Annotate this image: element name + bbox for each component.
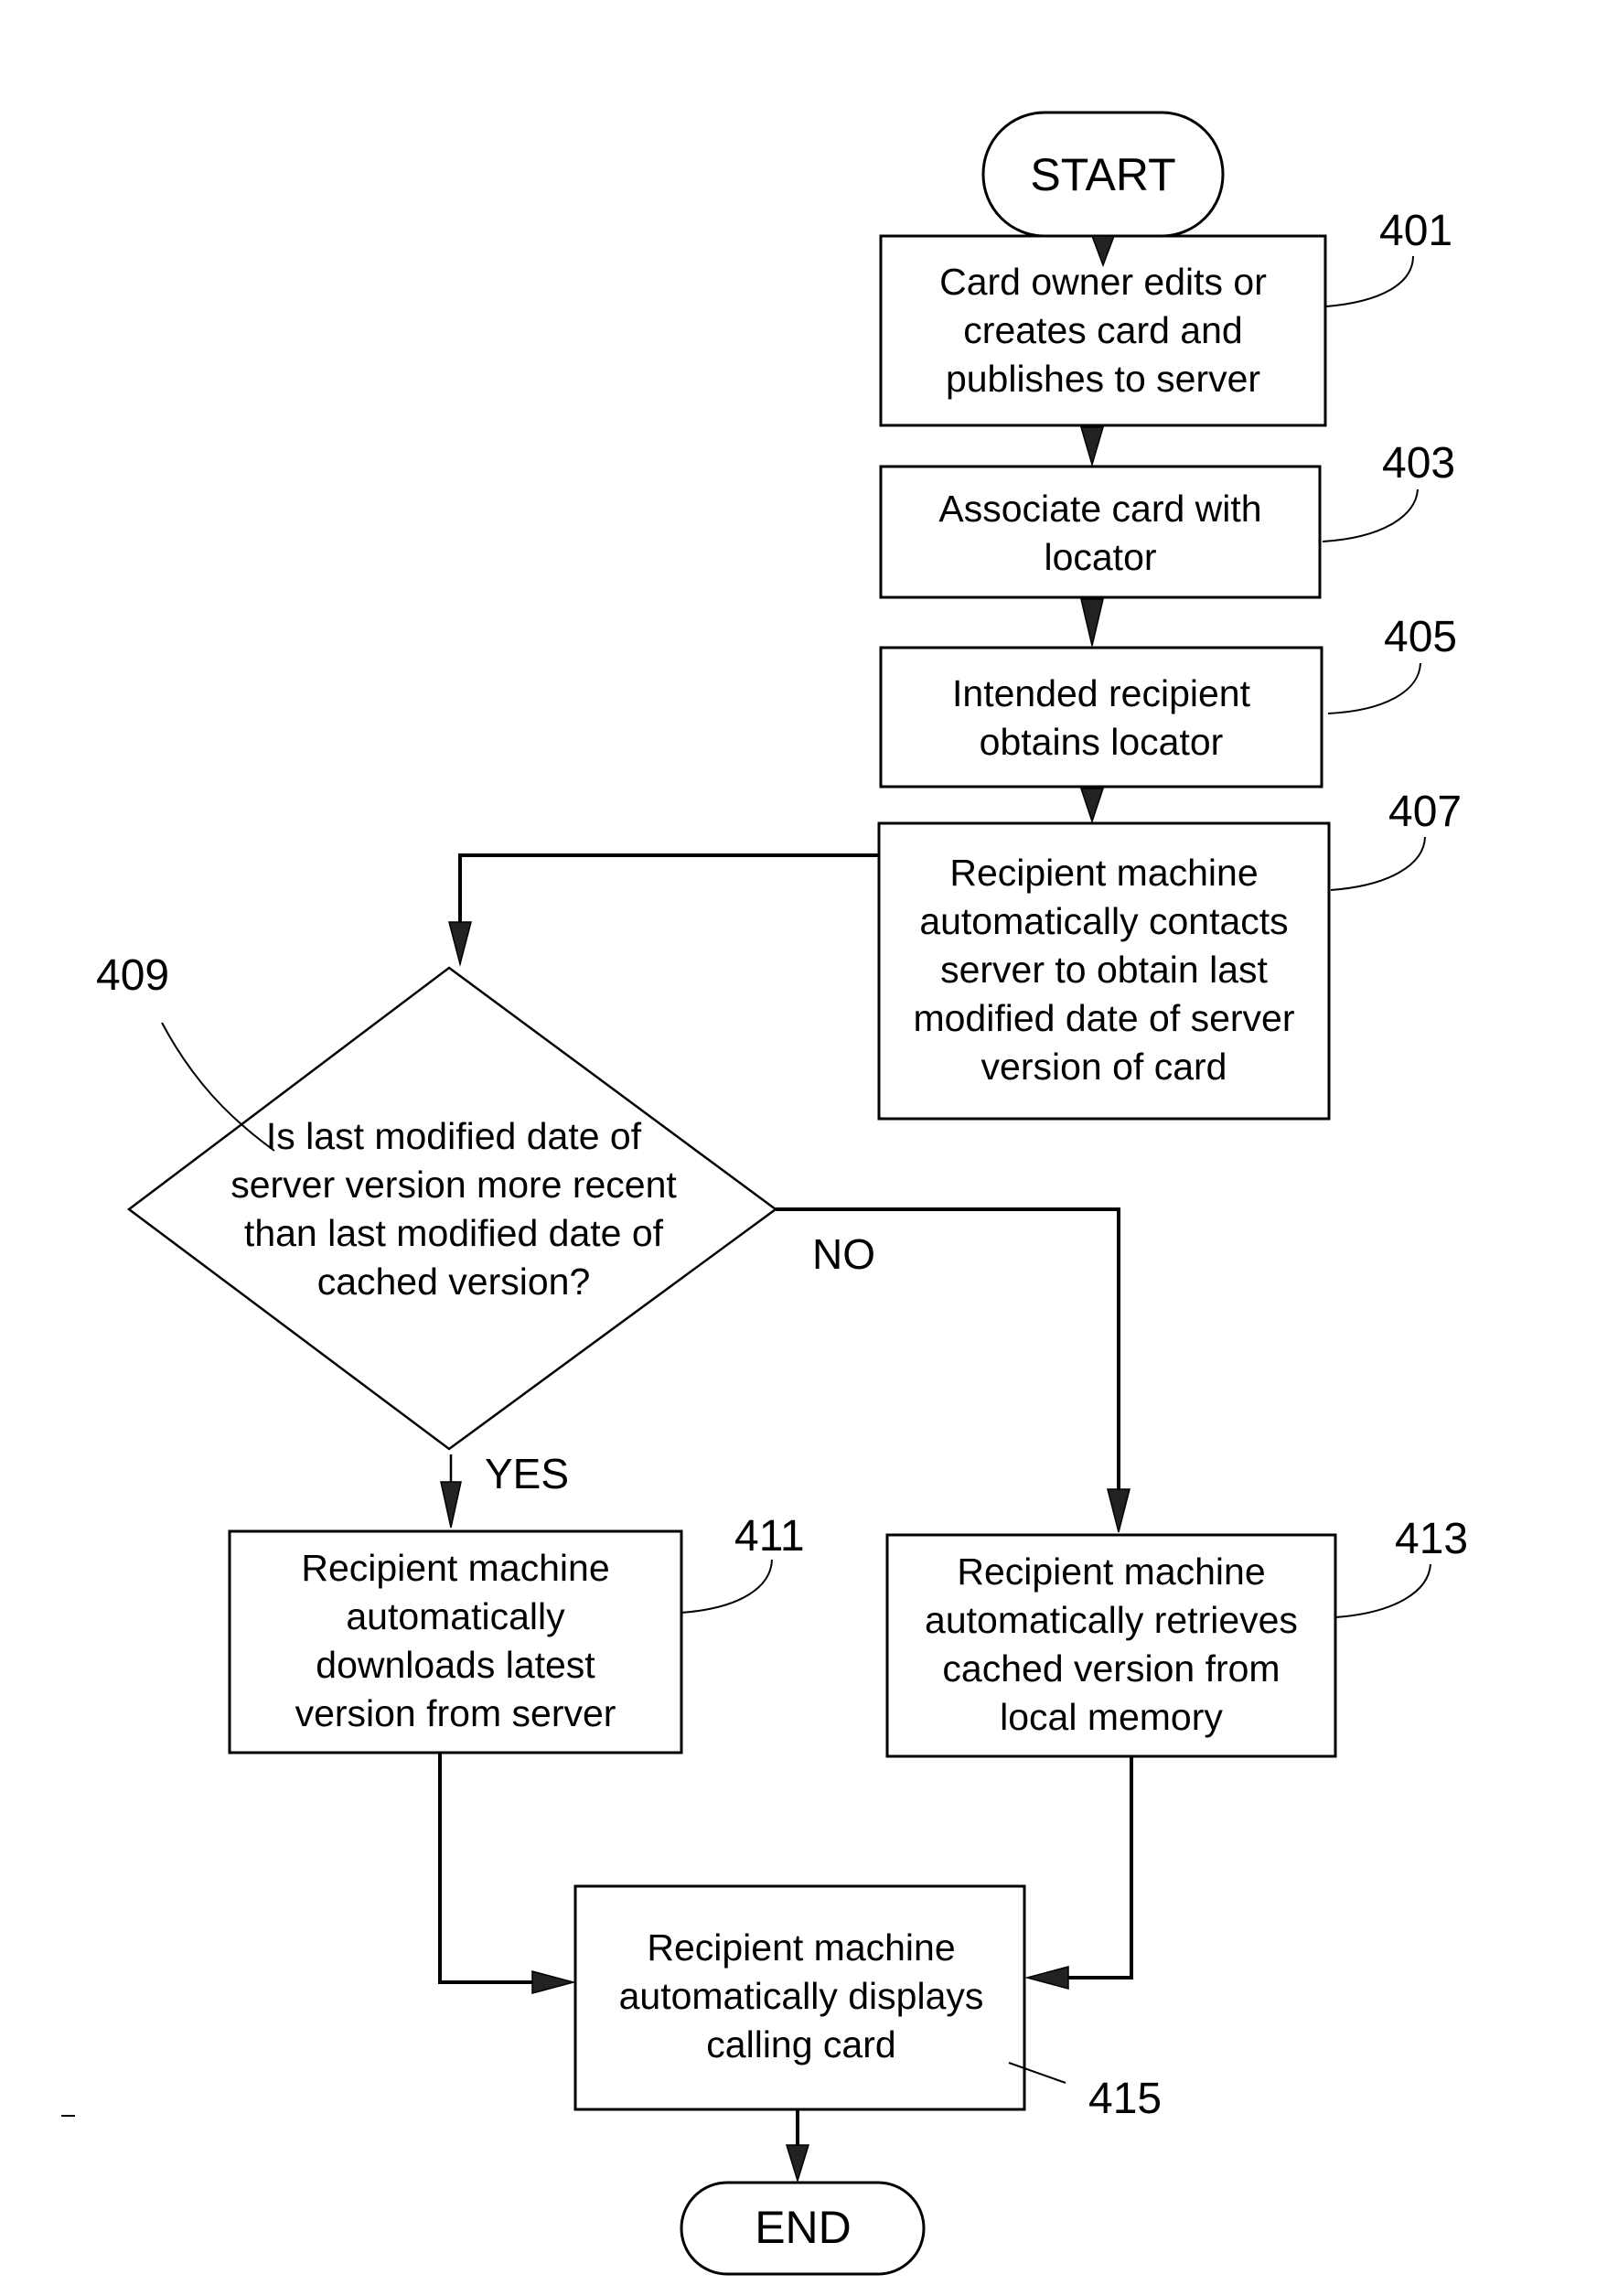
step-413: Recipient machine automatically retrieve… [885,1533,1337,1758]
step-401-line-3: publishes to server [946,358,1260,400]
step-407: Recipient machine automatically contacts… [877,821,1331,1121]
start-label: START [1030,149,1175,200]
edge-413-to-415 [1061,1756,1133,1979]
step-415: Recipient machine automatically displays… [573,1884,1026,2111]
step-405-line-1: Intended recipient [952,672,1251,714]
step-407-line-3: server to obtain last [940,949,1268,991]
step-407-line-4: modified date of server [913,997,1294,1039]
step-407-line-2: automatically contacts [919,900,1288,942]
step-413-line-1: Recipient machine [957,1550,1265,1593]
step-411-line-3: downloads latest [316,1644,595,1686]
arrow-409-no-to-413 [1107,1488,1130,1533]
ref-413: 413 [1395,1515,1468,1563]
ref-405: 405 [1384,613,1457,661]
step-415-line-2: automatically displays [619,1975,984,2017]
arrow-409-yes-to-411 [440,1481,462,1529]
edge-407-to-409 [458,853,879,924]
arrow-407-to-409 [448,921,472,967]
leader-407 [1330,836,1426,891]
decision-409: Is last modified date of server version … [126,966,778,1451]
arrow-405-to-407 [1079,788,1105,824]
arrow-415-to-end [785,2144,810,2183]
ref-409: 409 [96,951,169,1000]
step-413-line-4: local memory [1000,1696,1223,1738]
leader-411 [680,1559,773,1614]
leader-413 [1335,1563,1431,1618]
step-407-line-1: Recipient machine [949,852,1258,894]
leader-401 [1325,255,1414,307]
decision-409-line-4: cached version? [317,1261,591,1303]
step-413-line-2: automatically retrieves [925,1599,1298,1641]
step-411: Recipient machine automatically download… [228,1529,683,1754]
step-403-line-2: locator [1044,536,1156,578]
ref-411: 411 [734,1512,805,1561]
step-411-line-2: automatically [346,1595,565,1637]
step-411-line-1: Recipient machine [301,1547,609,1589]
branch-yes-label: YES [485,1450,569,1497]
step-405: Intended recipient obtains locator [879,646,1323,789]
step-405-line-2: obtains locator [980,721,1224,763]
branch-no-label: NO [812,1230,875,1278]
ref-415: 415 [1088,2075,1162,2123]
step-415-line-1: Recipient machine [647,1926,955,1969]
end-label: END [755,2202,852,2253]
end-terminal: END [680,2181,926,2276]
arrow-403-to-405 [1080,598,1104,647]
leader-405 [1327,662,1421,714]
leader-403 [1322,488,1419,542]
arrow-411-to-415 [531,1970,576,1994]
decision-409-line-3: than last modified date of [244,1212,664,1254]
step-413-line-3: cached version from [942,1647,1280,1690]
ref-401: 401 [1379,207,1452,255]
step-403: Associate card with locator [879,465,1322,599]
ref-403: 403 [1382,439,1455,488]
step-401-line-2: creates card and [963,309,1242,351]
step-407-line-5: version of card [981,1046,1227,1088]
decision-409-line-2: server version more recent [230,1164,677,1206]
step-403-line-1: Associate card with [938,488,1261,530]
edge-411-to-415 [438,1753,540,1984]
arrow-413-to-415 [1024,1966,1069,1990]
decision-409-line-1: Is last modified date of [266,1115,642,1157]
flowchart: START Card owner edits or creates card a… [61,111,1468,2276]
step-415-line-3: calling card [706,2023,895,2065]
ref-407: 407 [1388,788,1462,836]
step-411-line-4: version from server [295,1692,616,1734]
start-terminal: START [981,111,1225,238]
arrow-401-to-403 [1079,426,1105,467]
